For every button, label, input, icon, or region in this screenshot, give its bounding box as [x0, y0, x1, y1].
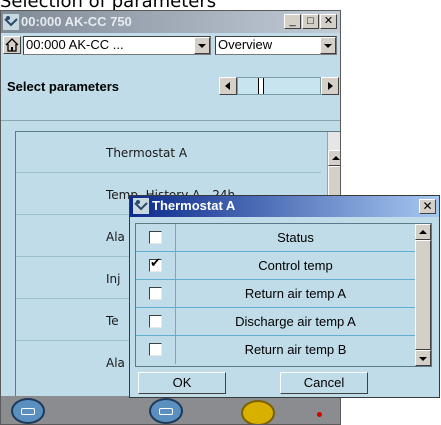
checkbox[interactable]: [149, 315, 162, 328]
close-button[interactable]: ✕: [320, 14, 337, 29]
list-icon: [159, 408, 173, 415]
check-cell: [136, 336, 176, 364]
window-icon: [3, 14, 19, 30]
chevron-down-icon[interactable]: [320, 37, 336, 54]
arrow-right-icon: [328, 82, 333, 90]
separator: [1, 109, 340, 121]
checkbox[interactable]: [149, 231, 162, 244]
device-select[interactable]: 00:000 AK-CC ...: [23, 36, 211, 55]
ok-button[interactable]: OK: [138, 372, 226, 394]
check-cell: ✔: [136, 252, 176, 280]
window-icon: [133, 198, 149, 214]
list-divider: [16, 172, 321, 173]
window-title: 00:000 AK-CC 750: [21, 14, 132, 29]
select-parameters-row: Select parameters: [1, 61, 340, 101]
chevron-down-icon[interactable]: [194, 37, 210, 54]
nav-next-button[interactable]: [321, 77, 339, 95]
view-select[interactable]: Overview: [215, 36, 337, 55]
home-icon: [5, 38, 19, 52]
scroll-up-button[interactable]: [415, 224, 431, 240]
check-cell: [136, 280, 176, 308]
list-view-button[interactable]: [149, 398, 183, 424]
list-item[interactable]: Ala: [106, 230, 125, 244]
checklist-label: Return air temp B: [244, 342, 347, 357]
list-item[interactable]: Inj: [106, 272, 120, 286]
checklist-label: Return air temp A: [244, 286, 347, 301]
tools-button[interactable]: [241, 400, 275, 424]
checklist-label: Discharge air temp A: [235, 314, 356, 329]
checklist-row[interactable]: ✔ Control temp: [136, 252, 415, 280]
arrow-left-icon: [225, 82, 230, 90]
bottom-toolbar: [1, 396, 340, 424]
device-button[interactable]: [11, 398, 45, 424]
checklist-label: Control temp: [258, 258, 333, 273]
check-cell: [136, 308, 176, 336]
dialog-close-button[interactable]: ✕: [419, 199, 436, 214]
device-select-value: 00:000 AK-CC ...: [26, 37, 124, 52]
view-select-value: Overview: [218, 37, 273, 52]
check-cell: [136, 224, 176, 252]
toolbar: 00:000 AK-CC ... Overview: [1, 33, 340, 57]
nav-slider[interactable]: [237, 77, 321, 95]
checklist-row[interactable]: Discharge air temp A: [136, 308, 415, 336]
minimize-button[interactable]: _: [284, 14, 301, 29]
checkbox[interactable]: [149, 287, 162, 300]
scroll-up-button[interactable]: [328, 150, 340, 166]
list-item[interactable]: Thermostat A: [106, 146, 187, 160]
checkbox[interactable]: ✔: [149, 256, 162, 272]
nav-slider-thumb[interactable]: [258, 78, 264, 94]
maximize-button[interactable]: □: [302, 14, 319, 29]
checklist-row[interactable]: Status: [136, 224, 415, 252]
list-item[interactable]: Te: [106, 314, 119, 328]
scroll-thumb[interactable]: [415, 240, 431, 350]
parameter-checklist: Status ✔ Control temp Return air temp A …: [135, 223, 432, 367]
checklist-row[interactable]: Return air temp A: [136, 280, 415, 308]
dialog-title: Thermostat A: [152, 198, 236, 213]
home-button[interactable]: [3, 36, 21, 54]
dialog-titlebar: Thermostat A ✕: [130, 196, 439, 217]
checklist-label: Status: [277, 230, 314, 245]
device-icon: [21, 408, 35, 415]
select-parameters-label: Select parameters: [7, 79, 120, 94]
scroll-down-button[interactable]: [415, 350, 431, 366]
checklist-scrollbar[interactable]: [415, 224, 431, 366]
scroll-thumb[interactable]: [328, 166, 340, 196]
list-item[interactable]: Ala: [106, 356, 125, 370]
thermostat-dialog: Thermostat A ✕ Status ✔ Control temp Ret…: [129, 195, 440, 398]
main-titlebar: 00:000 AK-CC 750 _ □ ✕: [1, 11, 340, 33]
checkmark-icon: ✔: [150, 256, 161, 271]
nav-prev-button[interactable]: [219, 77, 237, 95]
cancel-button[interactable]: Cancel: [280, 372, 368, 394]
checkbox[interactable]: [149, 343, 162, 356]
checklist-row[interactable]: Return air temp B: [136, 336, 415, 364]
alarm-indicator: [317, 412, 322, 417]
